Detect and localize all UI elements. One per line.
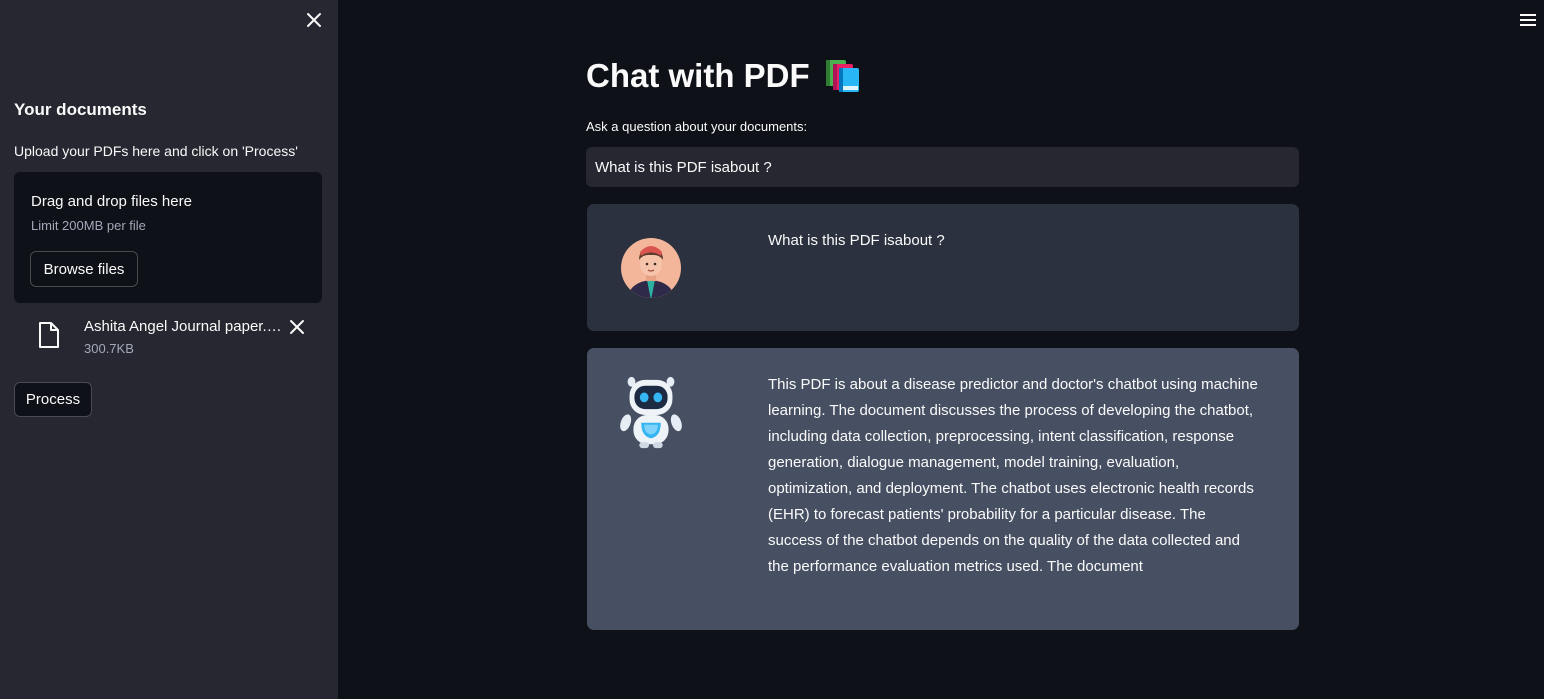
sidebar: Your documents Upload your PDFs here and… [0,0,338,699]
file-size: 300.7KB [84,341,134,356]
hamburger-menu-icon[interactable] [1519,12,1537,28]
close-sidebar-icon[interactable] [304,10,324,30]
remove-file-icon[interactable] [289,319,305,335]
books-icon [825,60,859,92]
robot-avatar-icon [620,376,682,449]
browse-files-button[interactable]: Browse files [30,251,138,287]
upload-label: Upload your PDFs here and click on 'Proc… [14,143,298,159]
user-avatar-icon [621,238,681,298]
sidebar-title: Your documents [14,100,147,119]
dropzone-limit: Limit 200MB per file [31,218,146,233]
page-title-text: Chat with PDF [586,57,810,94]
bot-message-text: This PDF is about a disease predictor an… [768,376,1258,575]
user-message: What is this PDF isabout ? [587,204,1299,331]
bot-message: This PDF is about a disease predictor an… [587,348,1299,630]
uploaded-file: Ashita Angel Journal paper.pdf 300.7KB [14,312,322,364]
dropzone-title: Drag and drop files here [31,193,192,210]
file-name: Ashita Angel Journal paper.pdf [84,318,286,335]
file-dropzone[interactable]: Drag and drop files here Limit 200MB per… [14,172,322,303]
file-icon [39,322,59,348]
process-button[interactable]: Process [14,382,92,417]
question-label: Ask a question about your documents: [586,119,808,134]
user-message-text: What is this PDF isabout ? [768,232,945,249]
question-input[interactable] [586,147,1299,187]
page-title: Chat with PDF [586,56,862,96]
